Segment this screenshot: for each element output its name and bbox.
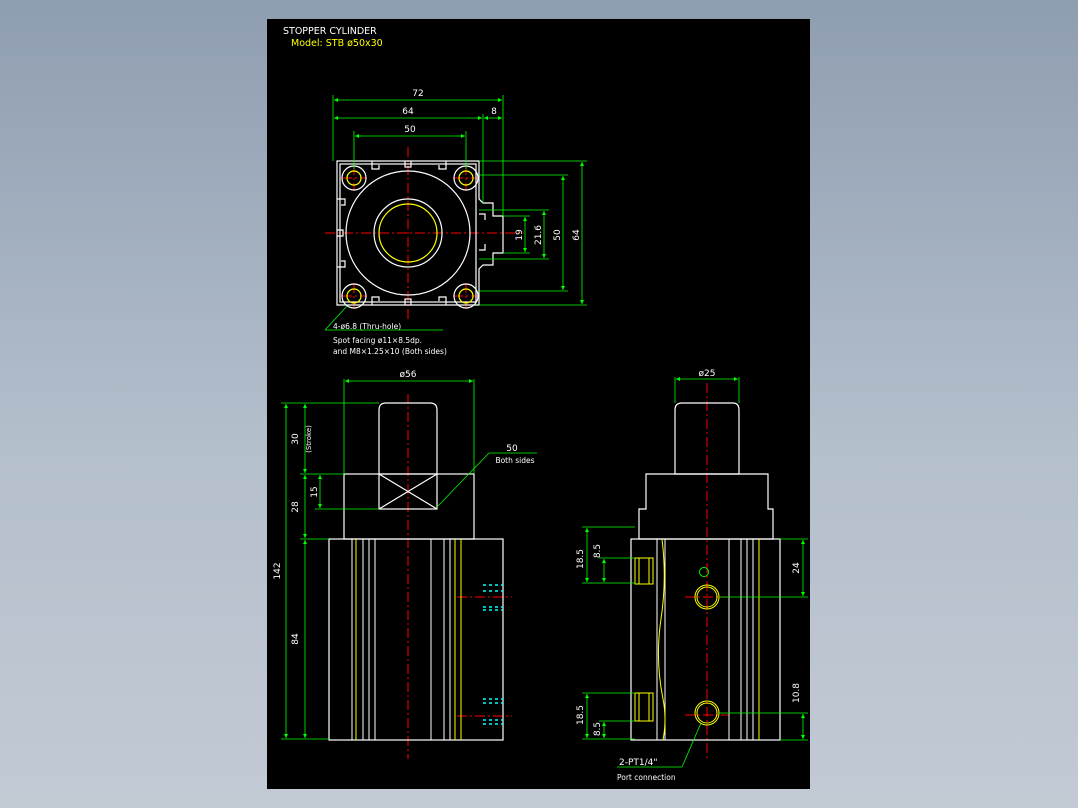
dim-right-24: 24 bbox=[792, 562, 802, 574]
dim-19: 19 bbox=[515, 229, 525, 241]
side-view-dimensions bbox=[582, 377, 808, 768]
title-block: STOPPER CYLINDER Model: STB ø50x30 bbox=[283, 26, 383, 49]
dim-upper-8-5: 8.5 bbox=[593, 544, 603, 558]
dim-72: 72 bbox=[412, 89, 423, 99]
dim-15: 15 bbox=[310, 486, 320, 497]
dim-84: 84 bbox=[291, 633, 301, 645]
front-view: ø56 30 (Stroke) 28 15 142 84 50 Both sid… bbox=[273, 370, 537, 759]
dim-lower-8-5: 8.5 bbox=[593, 722, 603, 736]
front-view-centerline bbox=[407, 394, 512, 759]
front-view-dimension-texts: ø56 30 (Stroke) 28 15 142 84 50 Both sid… bbox=[273, 370, 535, 645]
dim-30-stroke: 30 bbox=[291, 433, 301, 445]
front-view-outline bbox=[328, 402, 504, 741]
top-view-dimension-texts: 72 64 8 50 19 21.6 50 64 bbox=[402, 89, 582, 245]
note-thread: and M8×1.25×10 (Both sides) bbox=[333, 347, 447, 356]
dim-28: 28 bbox=[291, 501, 301, 513]
drawing-canvas: STOPPER CYLINDER Model: STB ø50x30 72 64… bbox=[273, 26, 808, 782]
dim-right-10-8: 10.8 bbox=[792, 683, 802, 703]
dim-dia-56: ø56 bbox=[400, 370, 417, 380]
front-view-body-lines bbox=[351, 539, 451, 740]
dim-64-height: 64 bbox=[572, 229, 582, 241]
dim-flats-50: 50 bbox=[506, 444, 518, 454]
side-view-body-lines bbox=[656, 539, 754, 740]
note-port-connection: Port connection bbox=[617, 773, 676, 782]
dim-21-6: 21.6 bbox=[534, 225, 544, 245]
dim-flats-note: Both sides bbox=[495, 456, 534, 465]
note-port: 2-PT1/4" bbox=[619, 758, 658, 768]
front-view-hidden-ports bbox=[483, 584, 503, 725]
side-view-yellow-details bbox=[634, 538, 760, 741]
dim-50-pitch: 50 bbox=[404, 125, 416, 135]
top-view-notes: 4-ø6.8 (Thru-hole) Spot facing ø11×8.5dp… bbox=[333, 322, 447, 356]
top-view-body bbox=[336, 160, 504, 309]
top-view-dimensions bbox=[324, 95, 587, 331]
title-line-2: Model: STB ø50x30 bbox=[291, 38, 383, 49]
drawing-sheet: STOPPER CYLINDER Model: STB ø50x30 72 64… bbox=[267, 19, 810, 789]
dim-lower-18-5: 18.5 bbox=[576, 705, 586, 725]
dim-50-height: 50 bbox=[553, 229, 563, 241]
dim-dia-25: ø25 bbox=[699, 369, 716, 379]
dim-stroke-note: (Stroke) bbox=[305, 425, 313, 453]
top-view: 72 64 8 50 19 21.6 50 64 4-ø6.8 (Thru-ho… bbox=[324, 89, 587, 356]
side-view-notes: 2-PT1/4" Port connection bbox=[617, 758, 676, 782]
dim-upper-18-5: 18.5 bbox=[576, 549, 586, 569]
front-view-dimensions bbox=[281, 379, 537, 740]
side-view-dimension-texts: ø25 18.5 8.5 18.5 8.5 24 10.8 bbox=[576, 369, 802, 736]
title-line-1: STOPPER CYLINDER bbox=[283, 26, 377, 37]
dim-8: 8 bbox=[491, 107, 497, 117]
dim-142: 142 bbox=[273, 562, 283, 579]
note-holes: 4-ø6.8 (Thru-hole) bbox=[333, 322, 401, 331]
note-spot-facing: Spot facing ø11×8.5dp. bbox=[333, 336, 422, 345]
side-view: ø25 18.5 8.5 18.5 8.5 24 10.8 2-PT1/4" P… bbox=[576, 369, 808, 782]
dim-64-width: 64 bbox=[402, 107, 414, 117]
